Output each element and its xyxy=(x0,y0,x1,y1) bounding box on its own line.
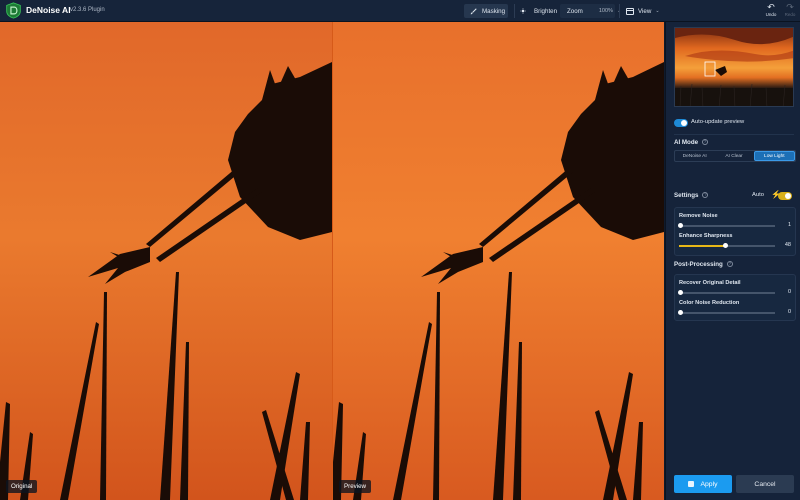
mode-ai-clear[interactable]: AI Clear xyxy=(714,151,753,161)
slider-track[interactable] xyxy=(678,310,775,315)
original-image xyxy=(0,22,332,500)
apply-button[interactable]: Apply xyxy=(674,475,732,493)
slider-fill xyxy=(679,245,725,247)
navigator-image xyxy=(675,28,793,106)
preview-image xyxy=(333,22,664,500)
slider-label: Enhance Sharpness xyxy=(679,233,733,239)
post-processing-title: Post-Processing? xyxy=(674,261,733,268)
divider xyxy=(674,134,794,135)
redo-button[interactable]: ↷ Redo xyxy=(782,2,798,18)
settings-panel: Auto-update preview AI Mode? DeNoise AI … xyxy=(665,22,800,500)
slider-knob[interactable] xyxy=(678,310,683,315)
toolbar-divider xyxy=(514,4,515,18)
masking-label: Masking xyxy=(482,7,506,15)
slider-knob[interactable] xyxy=(678,290,683,295)
brush-icon xyxy=(470,7,477,14)
auto-settings-toggle[interactable] xyxy=(778,192,792,200)
sun-icon xyxy=(520,8,526,14)
apply-icon xyxy=(688,481,695,487)
enhance-sharpness-slider[interactable]: Enhance Sharpness 48 xyxy=(679,233,791,253)
undo-label: Undo xyxy=(765,12,777,17)
slider-value: 1 xyxy=(787,222,791,228)
auto-update-toggle[interactable] xyxy=(674,119,688,127)
view-label: View xyxy=(638,7,652,15)
view-dropdown[interactable]: View ⌄ xyxy=(626,4,660,18)
slider-label: Recover Original Detail xyxy=(679,280,741,286)
slider-label: Remove Noise xyxy=(679,213,718,219)
slider-value: 0 xyxy=(787,289,791,295)
help-icon[interactable]: ? xyxy=(726,261,733,268)
post-processing-card: Recover Original Detail 0 Color Noise Re… xyxy=(674,274,796,321)
redo-icon: ↷ xyxy=(786,2,794,12)
preview-pane[interactable]: Preview xyxy=(333,22,664,500)
post-processing-title-text: Post-Processing xyxy=(674,261,723,268)
ai-mode-title: AI Mode? xyxy=(674,139,709,146)
auto-update-label: Auto-update preview xyxy=(691,119,745,125)
original-pane[interactable]: Original xyxy=(0,22,332,500)
slider-value: 0 xyxy=(787,309,791,315)
app-logo-icon xyxy=(6,2,21,19)
zoom-value: 100% xyxy=(598,8,613,14)
ai-mode-title-text: AI Mode xyxy=(674,139,699,146)
preview-label: Preview xyxy=(339,480,372,493)
original-label: Original xyxy=(6,480,38,493)
settings-title-text: Settings xyxy=(674,192,699,199)
brighten-label: Brighten xyxy=(534,7,558,15)
redo-label: Redo xyxy=(784,12,796,17)
slider-knob[interactable] xyxy=(678,223,683,228)
help-icon[interactable]: ? xyxy=(702,192,709,199)
app-version: v2.3.6 Plugin xyxy=(70,6,105,13)
settings-header: Settings? Auto ⚡ xyxy=(674,190,796,200)
auto-update-row[interactable]: Auto-update preview xyxy=(674,118,794,128)
toolbar-divider xyxy=(619,4,620,18)
slider-label: Color Noise Reduction xyxy=(679,300,740,306)
cancel-label: Cancel xyxy=(754,480,776,488)
cancel-button[interactable]: Cancel xyxy=(736,475,794,493)
color-noise-slider[interactable]: Color Noise Reduction 0 xyxy=(678,300,791,320)
slider-track[interactable] xyxy=(678,290,775,295)
zoom-dropdown[interactable]: Zoom 100% ⌄ xyxy=(560,4,621,18)
masking-button[interactable]: Masking xyxy=(464,4,508,18)
help-icon[interactable]: ? xyxy=(702,139,709,146)
settings-card: Remove Noise 1 Enhance Sharpness 48 xyxy=(674,207,796,256)
chevron-down-icon: ⌄ xyxy=(655,8,660,14)
mode-low-light[interactable]: Low Light xyxy=(753,151,795,161)
apply-label: Apply xyxy=(700,480,718,488)
slider-track[interactable] xyxy=(679,243,775,248)
slider-value: 48 xyxy=(784,242,791,248)
settings-title: Settings? xyxy=(674,192,709,199)
navigator-thumbnail[interactable] xyxy=(674,27,794,107)
zoom-label: Zoom xyxy=(567,7,583,15)
slider-track[interactable] xyxy=(678,223,775,228)
undo-button[interactable]: ↶ Undo xyxy=(763,2,779,18)
ai-mode-selector: DeNoise AI AI Clear Low Light xyxy=(674,150,796,162)
undo-icon: ↶ xyxy=(767,2,775,12)
slider-knob[interactable] xyxy=(723,243,728,248)
brighten-button[interactable]: Brighten xyxy=(520,4,557,18)
split-view-icon xyxy=(626,7,634,15)
top-bar: DeNoise AI v2.3.6 Plugin Masking Brighte… xyxy=(0,0,800,22)
app-title: DeNoise AI xyxy=(26,5,71,15)
remove-noise-slider[interactable]: Remove Noise 1 xyxy=(678,213,791,233)
recover-detail-slider[interactable]: Recover Original Detail 0 xyxy=(678,280,791,300)
auto-label: Auto xyxy=(752,192,764,198)
mode-denoise-ai[interactable]: DeNoise AI xyxy=(675,151,714,161)
